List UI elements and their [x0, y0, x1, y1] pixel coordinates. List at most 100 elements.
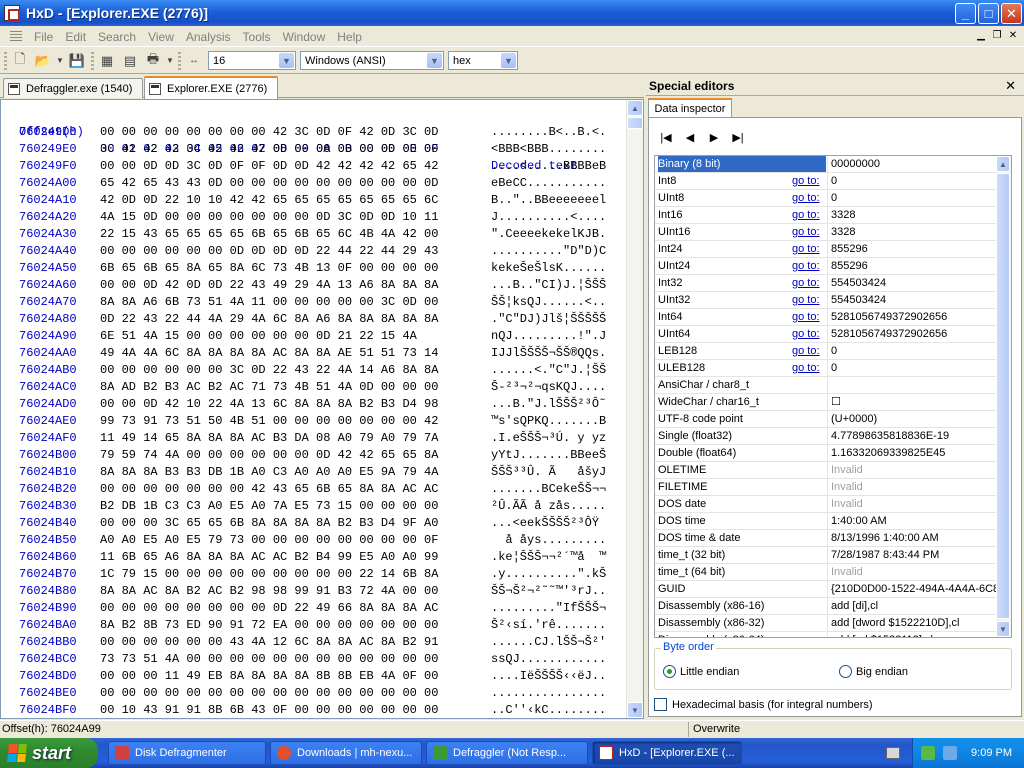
- network-icon[interactable]: [921, 746, 935, 760]
- little-endian-radio[interactable]: Little endian: [663, 665, 739, 678]
- inspector-row[interactable]: Int16 go to: 3328: [655, 207, 997, 224]
- inspector-row[interactable]: WideChar / char16_t ☐: [655, 394, 997, 411]
- row-decoded[interactable]: ........B<..B.<.: [491, 124, 606, 141]
- inspector-row[interactable]: DOS date Invalid: [655, 496, 997, 513]
- inspector-row[interactable]: OLETIME Invalid: [655, 462, 997, 479]
- goto-link[interactable]: go to:: [792, 309, 820, 325]
- row-bytes[interactable]: 00 00 00 00 00 00 00 00 00 00 00 00 00 0…: [100, 685, 438, 702]
- goto-link[interactable]: go to:: [792, 224, 820, 240]
- row-bytes[interactable]: 00 00 00 00 00 00 00 00 0D 22 49 66 8A 8…: [100, 600, 438, 617]
- row-decoded[interactable]: ........."IfŠŠŠ¬: [491, 600, 606, 617]
- inspector-row[interactable]: Disassembly (x86-32) add [dword $1522210D…: [655, 615, 997, 632]
- print-icon[interactable]: 🖶: [143, 51, 163, 71]
- inspector-value[interactable]: {210D0D00-1522-494A-4A4A-6C8: [827, 581, 997, 597]
- row-bytes[interactable]: 0D 22 43 22 44 4A 29 4A 6C 8A A6 8A 8A 8…: [100, 311, 438, 328]
- goto-link[interactable]: go to:: [792, 190, 820, 206]
- inspector-row[interactable]: UInt32 go to: 554503424: [655, 292, 997, 309]
- menu-search[interactable]: Search: [92, 30, 142, 44]
- checkbox-unchecked-icon[interactable]: [654, 698, 667, 711]
- row-bytes[interactable]: 00 00 00 11 49 EB 8A 8A 8A 8A 8B 8B EB 4…: [100, 668, 438, 685]
- inspector-value[interactable]: Invalid: [827, 564, 997, 580]
- row-decoded[interactable]: eBeCC...........: [491, 175, 606, 192]
- inspector-value[interactable]: 4.77898635818836E-19: [827, 428, 997, 444]
- row-bytes[interactable]: 00 00 0D 0D 3C 0D 0F 0F 0D 0D 42 42 42 4…: [100, 158, 438, 175]
- scroll-thumb[interactable]: [627, 117, 643, 129]
- inspector-value[interactable]: Invalid: [827, 462, 997, 478]
- inspector-value[interactable]: (U+0000): [827, 411, 997, 427]
- row-decoded[interactable]: ...B.."CI)J.¦ŠŠŠ: [491, 277, 606, 294]
- row-decoded[interactable]: ......CJ.lŠŠ¬Š²': [491, 634, 606, 651]
- task-defraggler[interactable]: Defraggler (Not Resp...: [426, 741, 588, 765]
- row-bytes[interactable]: 8A B2 8B 73 ED 90 91 72 EA 00 00 00 00 0…: [100, 617, 438, 634]
- row-bytes[interactable]: 8A 8A A6 6B 73 51 4A 11 00 00 00 00 00 3…: [100, 294, 438, 311]
- inspector-value[interactable]: 3328: [827, 207, 997, 223]
- inspector-row[interactable]: Binary (8 bit) 00000000: [655, 156, 997, 173]
- dropdown-arrow-icon[interactable]: ▼: [56, 51, 64, 71]
- row-bytes[interactable]: 73 73 51 4A 00 00 00 00 00 00 00 00 00 0…: [100, 651, 438, 668]
- close-button[interactable]: ✕: [1001, 3, 1022, 24]
- row-decoded[interactable]: ......<."C"J.¦ŠŠ: [491, 362, 606, 379]
- inspector-value[interactable]: 0: [827, 173, 997, 189]
- inspector-row[interactable]: time_t (32 bit) 7/28/1987 8:43:44 PM: [655, 547, 997, 564]
- inspector-row[interactable]: Int32 go to: 554503424: [655, 275, 997, 292]
- status-mode[interactable]: Overwrite: [693, 723, 740, 735]
- big-endian-radio[interactable]: Big endian: [839, 665, 908, 678]
- inspector-value[interactable]: 554503424: [827, 275, 997, 291]
- row-bytes[interactable]: 00 00 00 3C 65 65 6B 8A 8A 8A 8A B2 B3 D…: [100, 515, 438, 532]
- goto-link[interactable]: go to:: [792, 241, 820, 257]
- inspector-value[interactable]: 8/13/1996 1:40:00 AM: [827, 530, 997, 546]
- chevron-down-icon[interactable]: ▼: [279, 53, 294, 68]
- row-bytes[interactable]: 42 0D 0D 22 10 10 42 42 65 65 65 65 65 6…: [100, 192, 438, 209]
- goto-link[interactable]: go to:: [792, 173, 820, 189]
- row-bytes[interactable]: 4A 15 0D 00 00 00 00 00 00 00 0D 3C 0D 0…: [100, 209, 438, 226]
- row-bytes[interactable]: 65 42 65 43 43 0D 00 00 00 00 00 00 00 0…: [100, 175, 438, 192]
- row-decoded[interactable]: ssQJ............: [491, 651, 606, 668]
- row-decoded[interactable]: .......BCekeŠŠ¬¬: [491, 481, 606, 498]
- row-bytes[interactable]: 00 00 00 00 00 00 3C 0D 22 43 22 4A 14 A…: [100, 362, 438, 379]
- inspector-value[interactable]: 0: [827, 343, 997, 359]
- row-bytes[interactable]: A0 A0 E5 A0 E5 79 73 00 00 00 00 00 00 0…: [100, 532, 438, 549]
- menu-analysis[interactable]: Analysis: [180, 30, 237, 44]
- goto-link[interactable]: go to:: [792, 326, 820, 342]
- row-decoded[interactable]: ŠŠŠ³³Û. Ã åšyJ: [491, 464, 606, 481]
- row-decoded[interactable]: <BBB<BBB........: [491, 141, 606, 158]
- inspector-row[interactable]: UInt24 go to: 855296: [655, 258, 997, 275]
- inspector-row[interactable]: Single (float32) 4.77898635818836E-19: [655, 428, 997, 445]
- menu-help[interactable]: Help: [331, 30, 368, 44]
- row-decoded[interactable]: Š²‹sí.'rê.......: [491, 617, 606, 634]
- inspector-row[interactable]: Int8 go to: 0: [655, 173, 997, 190]
- inspector-value[interactable]: add [dword $1522210D],cl: [827, 615, 997, 631]
- scroll-down-icon[interactable]: ▼: [996, 621, 1010, 637]
- open-ram-icon[interactable]: ▤: [120, 51, 140, 71]
- row-bytes[interactable]: 99 73 91 73 51 50 4B 51 00 00 00 00 00 0…: [100, 413, 438, 430]
- row-bytes[interactable]: 6B 65 6B 65 8A 65 8A 6C 73 4B 13 0F 00 0…: [100, 260, 438, 277]
- inspector-value[interactable]: 855296: [827, 241, 997, 257]
- row-decoded[interactable]: ²Û.ÃÃ å zås.....: [491, 498, 606, 515]
- row-bytes[interactable]: 1C 79 15 00 00 00 00 00 00 00 00 00 22 1…: [100, 566, 438, 583]
- menu-edit[interactable]: Edit: [59, 30, 92, 44]
- hex-editor-pane[interactable]: Offset(h) 00 01 02 03 04 05 06 07 08 09 …: [0, 99, 644, 719]
- row-decoded[interactable]: ."C"DJ)Jlš¦ŠŠŠŠŠ: [491, 311, 606, 328]
- row-decoded[interactable]: ....IëŠŠŠŠ‹‹ëJ..: [491, 668, 606, 685]
- radio-checked-icon[interactable]: [663, 665, 676, 678]
- menu-view[interactable]: View: [142, 30, 180, 44]
- row-decoded[interactable]: ...<eekŠŠŠŠ²³ÔŸ: [491, 515, 606, 532]
- row-decoded[interactable]: ŠŠ¦ksQJ......<..: [491, 294, 606, 311]
- tab-data-inspector[interactable]: Data inspector: [648, 98, 732, 118]
- inspector-value[interactable]: 7/28/1987 8:43:44 PM: [827, 547, 997, 563]
- menu-tools[interactable]: Tools: [237, 30, 277, 44]
- chevron-down-icon[interactable]: ▼: [427, 53, 442, 68]
- goto-link[interactable]: go to:: [792, 275, 820, 291]
- row-bytes[interactable]: 3C 42 42 42 3C 42 42 42 0D 00 00 00 00 0…: [100, 141, 438, 158]
- toolbar-grip[interactable]: [4, 51, 7, 70]
- row-decoded[interactable]: yYtJ.......BBeeŠ: [491, 447, 606, 464]
- row-decoded[interactable]: ".CeeeekekelKJB.: [491, 226, 606, 243]
- goto-link[interactable]: go to:: [792, 343, 820, 359]
- scroll-up-icon[interactable]: ▲: [627, 100, 643, 116]
- inspector-value[interactable]: add [rel $1522112],cl: [827, 632, 997, 637]
- row-decoded[interactable]: .........."D"D)C: [491, 243, 606, 260]
- inspector-row[interactable]: time_t (64 bit) Invalid: [655, 564, 997, 581]
- offset-base-select[interactable]: hex ▼: [448, 51, 518, 70]
- maximize-button[interactable]: □: [978, 3, 999, 24]
- row-decoded[interactable]: ................: [491, 685, 606, 702]
